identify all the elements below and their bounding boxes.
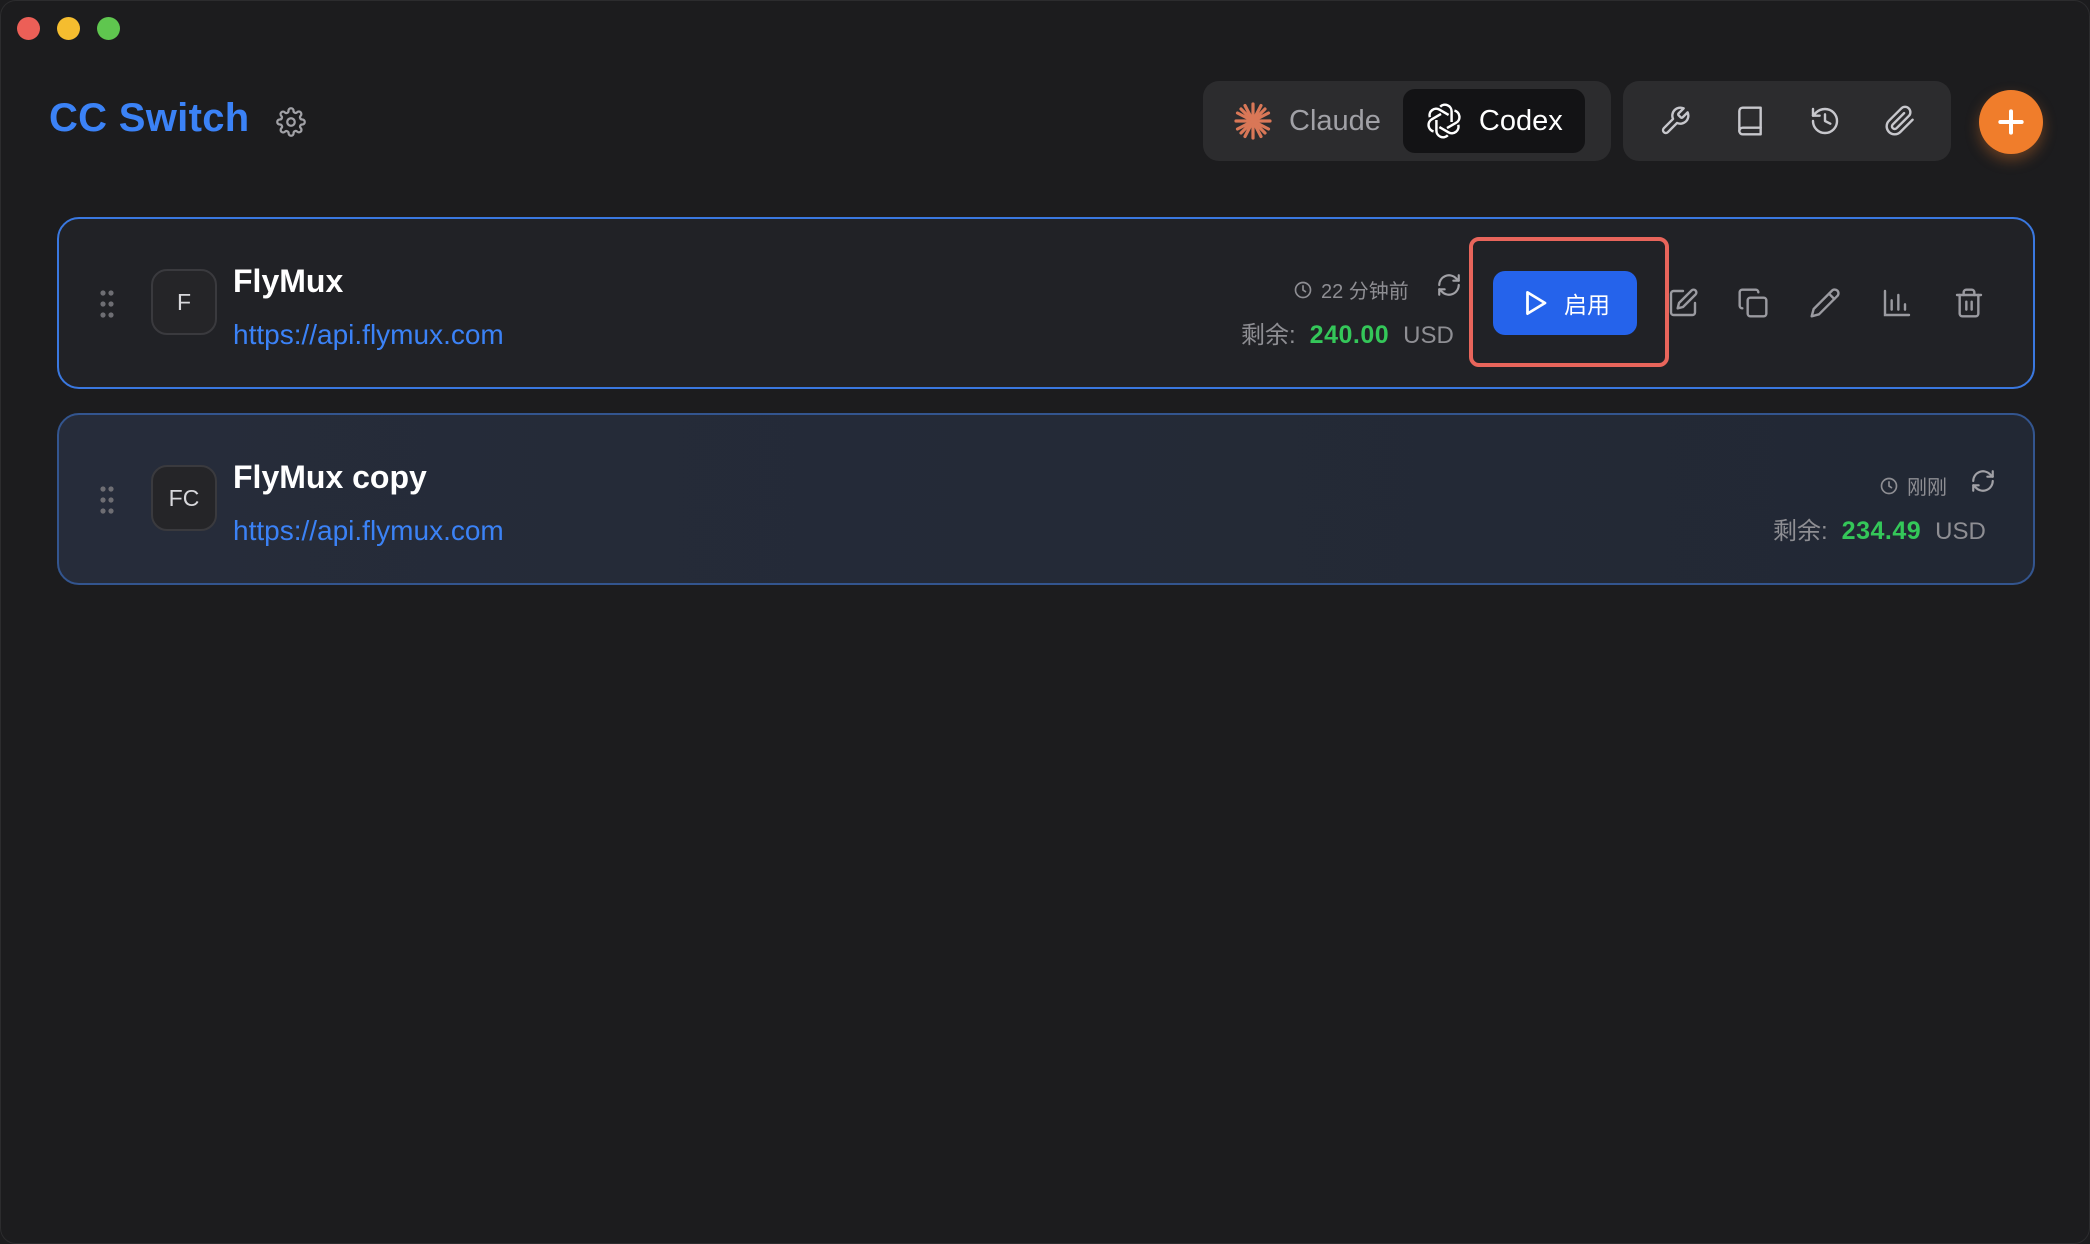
refresh-icon <box>1972 470 1994 492</box>
bar-chart-icon <box>1883 289 1911 317</box>
refresh-balance-button[interactable] <box>1967 465 1999 497</box>
balance-currency: USD <box>1935 518 1986 545</box>
prompts-button[interactable] <box>1724 95 1776 147</box>
edit-button[interactable] <box>1663 283 1703 323</box>
window-controls <box>17 17 120 40</box>
provider-avatar: F <box>151 269 217 335</box>
provider-url-link[interactable]: https://api.flymux.com <box>233 319 504 351</box>
refresh-icon <box>1438 274 1460 296</box>
clock-icon <box>1294 281 1312 298</box>
provider-avatar: FC <box>151 465 217 531</box>
mcp-tools-button[interactable] <box>1649 95 1701 147</box>
history-button[interactable] <box>1799 95 1851 147</box>
drag-handle[interactable] <box>99 485 115 520</box>
app-switcher: Claude Codex <box>1203 81 1611 161</box>
balance-info: 剩余: 240.00 USD <box>1241 315 1454 350</box>
last-updated-text: 22 分钟前 <box>1321 281 1409 303</box>
balance-amount: 234.49 <box>1841 517 1922 545</box>
tab-codex-label: Codex <box>1478 104 1563 137</box>
test-button[interactable] <box>1805 283 1845 323</box>
provider-card[interactable]: FC FlyMux copy https://api.flymux.com 刚刚… <box>57 413 2035 585</box>
edit-icon <box>1669 288 1698 317</box>
wrench-icon <box>1661 106 1689 135</box>
last-updated-text: 刚刚 <box>1907 477 1947 499</box>
tab-claude[interactable]: Claude <box>1211 89 1403 153</box>
grip-icon <box>100 290 114 318</box>
drag-handle[interactable] <box>99 289 115 324</box>
paperclip-icon <box>1884 105 1914 136</box>
gear-icon <box>276 107 306 137</box>
add-provider-button[interactable] <box>1979 90 2043 154</box>
app-title: CC Switch <box>49 96 250 140</box>
usage-stats-button[interactable] <box>1877 283 1917 323</box>
balance-label: 剩余: <box>1241 322 1296 349</box>
attachments-button[interactable] <box>1874 95 1926 147</box>
provider-name: FlyMux copy <box>233 459 427 495</box>
enable-button[interactable]: 启用 <box>1493 271 1637 335</box>
history-icon <box>1811 107 1838 135</box>
trash-icon <box>1955 288 1983 318</box>
maximize-window-button[interactable] <box>97 17 120 40</box>
claude-sparkle-icon <box>1234 102 1272 140</box>
toolbar <box>1623 81 1951 161</box>
pencil-icon <box>1810 288 1840 318</box>
grip-icon <box>100 486 114 514</box>
duplicate-button[interactable] <box>1733 283 1773 323</box>
clock-icon <box>1880 477 1898 494</box>
last-updated: 22 分钟前 <box>1293 275 1409 304</box>
enable-button-label: 启用 <box>1564 292 1610 318</box>
balance-amount: 240.00 <box>1309 321 1390 349</box>
openai-icon <box>1427 103 1461 139</box>
last-updated: 刚刚 <box>1879 471 1947 500</box>
delete-button[interactable] <box>1949 283 1989 323</box>
refresh-balance-button[interactable] <box>1433 269 1465 301</box>
balance-currency: USD <box>1403 322 1454 349</box>
tab-codex[interactable]: Codex <box>1402 89 1585 153</box>
close-window-button[interactable] <box>17 17 40 40</box>
tab-claude-label: Claude <box>1289 104 1381 137</box>
settings-button[interactable] <box>273 104 309 140</box>
provider-url-link[interactable]: https://api.flymux.com <box>233 515 504 547</box>
copy-icon <box>1738 288 1768 318</box>
play-icon <box>1526 291 1547 315</box>
balance-info: 剩余: 234.49 USD <box>1773 511 1986 546</box>
minimize-window-button[interactable] <box>57 17 80 40</box>
provider-name: FlyMux <box>233 263 344 299</box>
book-icon <box>1737 106 1762 136</box>
plus-icon <box>1998 109 2024 135</box>
balance-label: 剩余: <box>1773 518 1828 545</box>
app-window: CC Switch Claude Codex F FlyMux https://… <box>0 0 2090 1244</box>
